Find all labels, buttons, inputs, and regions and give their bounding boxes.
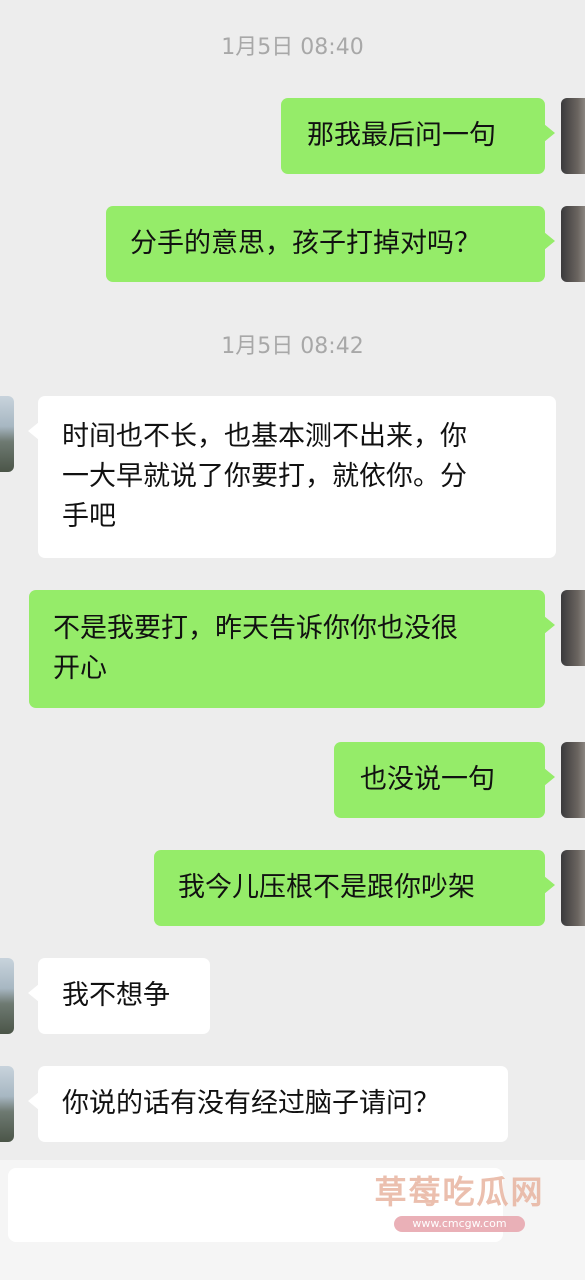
- watermark-url: www.cmcgw.com: [394, 1216, 525, 1232]
- contact-message-bubble[interactable]: 我不想争: [28, 958, 210, 1034]
- contact-message-bubble[interactable]: 时间也不长，也基本测不出来，你 一大早就说了你要打，就依你。分 手吧: [28, 396, 556, 558]
- contact-avatar[interactable]: [0, 396, 14, 472]
- watermark: 草莓吃瓜网 www.cmcgw.com: [372, 1172, 547, 1232]
- my-message-bubble[interactable]: 也没说一句: [334, 742, 555, 818]
- my-message-bubble[interactable]: 那我最后问一句: [281, 98, 555, 174]
- my-avatar[interactable]: [561, 742, 585, 818]
- timestamp: 1月5日 08:40: [221, 35, 364, 60]
- my-avatar[interactable]: [561, 206, 585, 282]
- contact-message-bubble[interactable]: 你说的话有没有经过脑子请问？: [28, 1066, 508, 1142]
- my-message-bubble[interactable]: 分手的意思，孩子打掉对吗？: [106, 206, 555, 282]
- my-avatar[interactable]: [561, 590, 585, 666]
- contact-avatar[interactable]: [0, 958, 14, 1034]
- contact-avatar[interactable]: [0, 1066, 14, 1142]
- chat-message-list[interactable]: 1月5日 08:40 那我最后问一句 分手的意思，孩子打掉对吗？ 1月5日 08…: [0, 0, 585, 1160]
- timestamp: 1月5日 08:42: [221, 334, 364, 359]
- my-message-bubble[interactable]: 不是我要打，昨天告诉你你也没很 开心: [29, 590, 555, 708]
- my-avatar[interactable]: [561, 850, 585, 926]
- watermark-title: 草莓吃瓜网: [374, 1173, 545, 1211]
- my-avatar[interactable]: [561, 98, 585, 174]
- my-message-bubble[interactable]: 我今儿压根不是跟你吵架: [154, 850, 555, 926]
